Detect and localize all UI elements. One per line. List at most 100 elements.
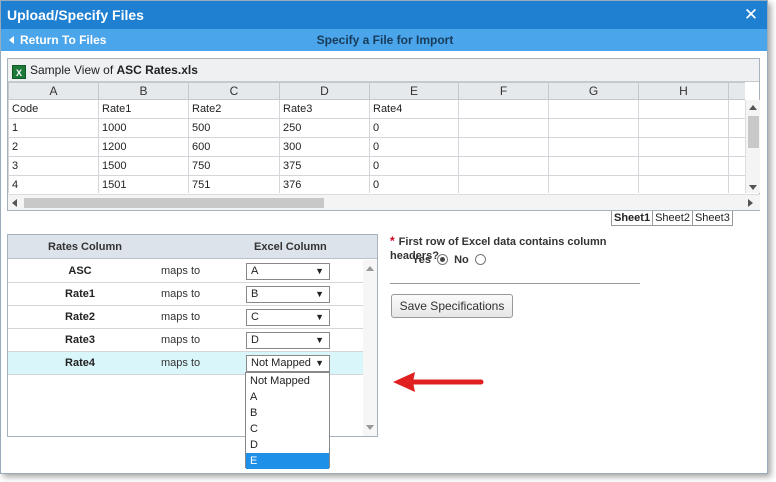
dropdown-caret-icon: ▼ bbox=[315, 312, 324, 322]
yes-label: Yes bbox=[412, 254, 431, 266]
dropdown-option-highlighted[interactable]: E bbox=[246, 453, 329, 469]
excel-file-icon: X bbox=[12, 65, 26, 79]
excel-column-select[interactable]: B ▼ bbox=[246, 286, 330, 303]
close-icon[interactable]: ✕ bbox=[743, 1, 759, 29]
rates-column-name: Rate2 bbox=[65, 311, 95, 323]
sample-grid: A B C D E F G H Code Rate1 Rate2 Rate3 Rate4… bbox=[8, 82, 745, 193]
grid-cell: 1000 bbox=[98, 118, 189, 138]
grid-cell bbox=[638, 118, 729, 138]
scroll-down-icon[interactable] bbox=[749, 185, 757, 190]
scroll-up-icon[interactable] bbox=[749, 105, 757, 110]
dialog-title: Upload/Specify Files bbox=[7, 7, 144, 23]
mapping-row-asc: ASC maps to A ▼ bbox=[8, 260, 363, 283]
sheet-tab-3[interactable]: Sheet3 bbox=[691, 211, 733, 226]
grid-cell: Rate4 bbox=[369, 99, 459, 119]
grid-row: Code Rate1 Rate2 Rate3 Rate4 bbox=[8, 99, 745, 119]
rates-column-name: Rate4 bbox=[65, 357, 95, 369]
yes-radio[interactable] bbox=[437, 254, 449, 265]
sample-view-header: X Sample View of ASC Rates.xls bbox=[8, 59, 759, 82]
dropdown-caret-icon: ▼ bbox=[315, 335, 324, 345]
dropdown-caret-icon: ▼ bbox=[315, 358, 324, 368]
grid-row: 3 1500 750 375 0 bbox=[8, 156, 745, 176]
dialog-title-bar: Upload/Specify Files ✕ bbox=[1, 1, 767, 29]
dialog-subtitle: Specify a File for Import bbox=[316, 33, 454, 47]
grid-cell: 600 bbox=[188, 137, 280, 157]
grid-vertical-scroll-thumb[interactable] bbox=[748, 116, 759, 148]
grid-horizontal-scrollbar[interactable] bbox=[8, 194, 760, 210]
grid-cell bbox=[548, 156, 639, 176]
excel-column-select-open[interactable]: Not Mapped ▼ bbox=[246, 355, 330, 372]
grid-cell-empty bbox=[728, 99, 745, 119]
grid-cell: Rate3 bbox=[279, 99, 370, 119]
save-specifications-button[interactable]: Save Specifications bbox=[391, 294, 513, 318]
grid-column-header: B bbox=[98, 82, 189, 100]
return-to-files-link[interactable]: Return To Files bbox=[9, 29, 106, 51]
grid-cell: 0 bbox=[369, 156, 459, 176]
grid-cell bbox=[458, 156, 549, 176]
grid-cell: 0 bbox=[369, 175, 459, 193]
rates-column-header: Rates Column bbox=[48, 241, 122, 253]
grid-vertical-scrollbar[interactable] bbox=[745, 100, 760, 193]
dropdown-option[interactable]: A bbox=[246, 389, 329, 405]
grid-cell bbox=[458, 137, 549, 157]
no-radio[interactable] bbox=[474, 254, 486, 265]
grid-cell bbox=[548, 118, 639, 138]
grid-column-header: H bbox=[638, 82, 729, 100]
mapping-scrollbar[interactable] bbox=[363, 260, 377, 436]
excel-column-select[interactable]: C ▼ bbox=[246, 309, 330, 326]
select-value: C bbox=[251, 311, 259, 323]
grid-cell-empty bbox=[728, 137, 745, 157]
dropdown-option[interactable]: C bbox=[246, 421, 329, 437]
dialog-sub-bar: Specify a File for Import Return To File… bbox=[1, 29, 767, 51]
dropdown-option[interactable]: B bbox=[246, 405, 329, 421]
select-value: A bbox=[251, 265, 259, 277]
scroll-left-icon[interactable] bbox=[12, 199, 17, 207]
grid-column-header: C bbox=[188, 82, 280, 100]
grid-row: 4 1501 751 376 0 bbox=[8, 175, 745, 193]
header-row-option: * First row of Excel data contains column… bbox=[390, 234, 640, 284]
back-arrow-icon bbox=[9, 36, 14, 44]
grid-cell: 751 bbox=[188, 175, 280, 193]
dropdown-option[interactable]: Not Mapped bbox=[246, 373, 329, 389]
grid-column-header-empty bbox=[728, 82, 745, 100]
grid-cell: 376 bbox=[279, 175, 370, 193]
maps-to-label: maps to bbox=[161, 288, 201, 300]
grid-cell: 3 bbox=[8, 156, 99, 176]
sample-grid-viewport: A B C D E F G H Code Rate1 Rate2 Rate3 Rate4… bbox=[8, 82, 745, 193]
grid-cell bbox=[458, 118, 549, 138]
grid-cell-empty bbox=[728, 118, 745, 138]
no-label: No bbox=[454, 254, 469, 266]
required-mark: * bbox=[390, 234, 395, 248]
grid-cell: 2 bbox=[8, 137, 99, 157]
return-to-files-label: Return To Files bbox=[20, 33, 107, 47]
sheet-tab-2[interactable]: Sheet2 bbox=[652, 211, 693, 226]
excel-column-select[interactable]: A ▼ bbox=[246, 263, 330, 280]
grid-horizontal-scroll-thumb[interactable] bbox=[24, 198, 324, 208]
scroll-down-icon[interactable] bbox=[366, 425, 374, 430]
dropdown-caret-icon: ▼ bbox=[315, 266, 324, 276]
grid-cell bbox=[638, 137, 729, 157]
grid-cell: Rate1 bbox=[98, 99, 189, 119]
grid-cell: Rate2 bbox=[188, 99, 280, 119]
grid-cell: 1 bbox=[8, 118, 99, 138]
grid-column-header: A bbox=[8, 82, 99, 100]
mapping-row-rate2: Rate2 maps to C ▼ bbox=[8, 306, 363, 329]
maps-to-label: maps to bbox=[161, 334, 201, 346]
mapping-row-rate3: Rate3 maps to D ▼ bbox=[8, 329, 363, 352]
grid-cell: 1501 bbox=[98, 175, 189, 193]
grid-row: 2 1200 600 300 0 bbox=[8, 137, 745, 157]
excel-column-select[interactable]: D ▼ bbox=[246, 332, 330, 349]
grid-cell: 375 bbox=[279, 156, 370, 176]
dropdown-option[interactable]: D bbox=[246, 437, 329, 453]
grid-cell bbox=[458, 175, 549, 193]
scroll-up-icon[interactable] bbox=[366, 266, 374, 271]
select-value: B bbox=[251, 288, 259, 300]
sample-view-panel: X Sample View of ASC Rates.xls A B C D E … bbox=[7, 58, 760, 211]
mapping-header: Rates Column Excel Column bbox=[8, 235, 377, 259]
grid-cell: 250 bbox=[279, 118, 370, 138]
scroll-right-icon[interactable] bbox=[748, 199, 753, 207]
sheet-tabs: Sheet1 Sheet2 Sheet3 bbox=[611, 211, 733, 226]
sheet-tab-1[interactable]: Sheet1 bbox=[611, 211, 654, 226]
upload-dialog: Upload/Specify Files ✕ Specify a File fo… bbox=[0, 0, 768, 474]
grid-cell bbox=[548, 175, 639, 193]
